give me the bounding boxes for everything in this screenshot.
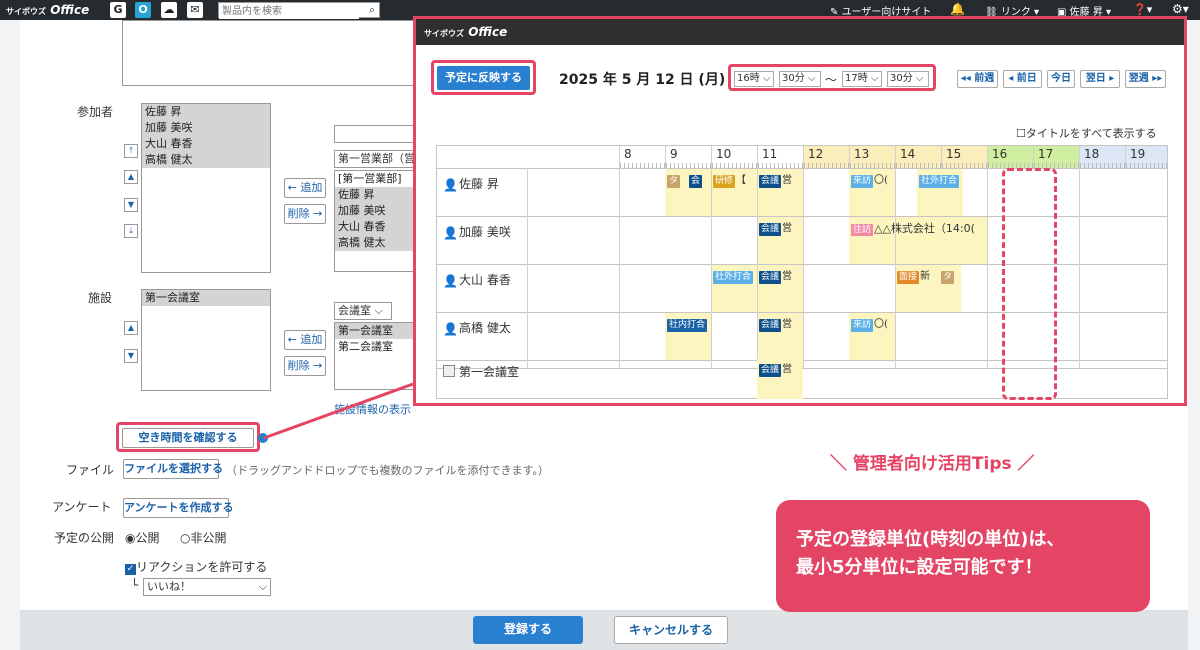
register-button[interactable]: 登録する [473, 616, 583, 644]
row-name: 👤加藤 美咲 [443, 225, 511, 240]
tip-bubble: 予定の登録単位(時刻の単位)は、 最小5分単位に設定可能です！ [776, 500, 1150, 612]
apply-to-schedule-button[interactable]: 予定に反映する [437, 66, 530, 90]
row-name: 第一会議室 [443, 363, 519, 380]
event[interactable]: 社外打合 [713, 270, 757, 284]
table-row: 👤佐藤 昇 タ 会 研修【 会議営 来訪 〇( 社外打合 [437, 168, 1167, 216]
file-label: ファイル [66, 463, 115, 477]
hour-header: 18 [1079, 146, 1125, 168]
event[interactable]: タ [941, 270, 961, 284]
grid-line [527, 168, 528, 368]
event[interactable]: 会議営 [759, 174, 801, 188]
hour-header: 19 [1125, 146, 1167, 168]
create-survey-button[interactable]: アンケートを作成する [123, 498, 234, 518]
next-day-button[interactable]: 翌日 ▸ [1080, 70, 1120, 88]
user-icon: 👤 [443, 322, 458, 336]
checkbox-checked-icon: ✓ [125, 564, 136, 575]
today-button[interactable]: 今日 [1047, 70, 1075, 88]
row-name: 👤大山 春香 [443, 273, 511, 288]
event[interactable]: 面接新 [897, 270, 939, 284]
facility-row: 第一会議室 会議営 [436, 359, 1168, 399]
form-footer [20, 610, 1188, 650]
radio-checked-icon: ◉ [125, 531, 136, 545]
start-hour-select[interactable]: 16時 ⌵ [734, 71, 774, 87]
end-minute-select[interactable]: 30分 ⌵ [887, 71, 929, 87]
user-icon: 👤 [443, 226, 458, 240]
room-icon [443, 365, 455, 377]
event[interactable]: 会議営 [759, 270, 801, 284]
prev-week-button[interactable]: ◂◂ 前週 [957, 70, 998, 88]
indent-marker: └ [131, 578, 139, 592]
grid-line [987, 168, 988, 368]
table-row: 👤大山 春香 社外打合 会議営 面接新 タ [437, 264, 1167, 312]
hour-header: 13 [849, 146, 895, 168]
user-icon: 👤 [443, 274, 458, 288]
row-name: 👤高橋 健太 [443, 321, 511, 336]
event[interactable]: 会議営 [759, 222, 801, 236]
hour-header: 14 [895, 146, 941, 168]
tip-line-2: 最小5分単位に設定可能です！ [796, 557, 1043, 578]
hour-header: 10 [711, 146, 757, 168]
event[interactable]: タ [667, 174, 687, 188]
event[interactable]: 来訪 〇( [851, 174, 895, 188]
hour-header: 11 [757, 146, 803, 168]
admin-tips-label: ＼ 管理者向け活用Tips ／ [830, 454, 1035, 474]
event[interactable]: 社外打合 [919, 174, 963, 188]
event[interactable]: 会 [689, 174, 709, 188]
popup-date: 2025 年 5 月 12 日 (月) [559, 72, 726, 88]
survey-label: アンケート [52, 500, 112, 514]
checkbox-unchecked-icon: ☐ [1016, 127, 1026, 140]
user-icon: 👤 [443, 178, 458, 192]
popup-title-bar: サイボウズ Office [416, 19, 1184, 45]
time-range-tilde: 〜 [825, 73, 838, 87]
next-week-button[interactable]: 翌週 ▸▸ [1125, 70, 1166, 88]
cancel-button[interactable]: キャンセルする [614, 616, 728, 644]
hour-header: 8 [619, 146, 665, 168]
select-file-button[interactable]: ファイルを選択する [123, 459, 223, 479]
hour-header: 16 [987, 146, 1033, 168]
show-all-titles-checkbox[interactable]: ☐タイトルをすべて表示する [1016, 125, 1157, 141]
free-slot-highlight [1002, 168, 1057, 400]
reaction-select[interactable]: いいね！ ⌵ [143, 578, 271, 596]
radio-unchecked-icon: ○ [180, 531, 191, 545]
free-time-popup: サイボウズ Office 予定に反映する 2025 年 5 月 12 日 (月)… [413, 16, 1187, 406]
tip-line-1: 予定の登録単位(時刻の単位)は、 [796, 529, 1065, 550]
hour-header: 9 [665, 146, 711, 168]
grid-line [803, 168, 804, 368]
event[interactable]: 会議営 [759, 318, 801, 332]
grid-line [1079, 168, 1080, 368]
reaction-checkbox[interactable]: ✓ リアクションを許可する [125, 558, 267, 575]
event[interactable]: 研修【 [713, 174, 757, 188]
grid-line [711, 168, 712, 368]
event[interactable]: 社内打合 [667, 318, 711, 332]
publish-label: 予定の公開 [54, 531, 115, 545]
hour-header: 17 [1033, 146, 1079, 168]
public-radio[interactable]: ◉公開 [125, 529, 160, 546]
event[interactable]: 来訪 〇( [851, 318, 895, 332]
grid-line [757, 168, 758, 368]
hour-header: 15 [941, 146, 987, 168]
event[interactable]: 往訪 △△株式会社（14:0( [851, 222, 987, 236]
prev-day-button[interactable]: ◂ 前日 [1003, 70, 1042, 88]
row-name: 👤佐藤 昇 [443, 177, 499, 192]
private-radio[interactable]: ○非公開 [180, 529, 227, 546]
table-row: 👤高橋 健太 社内打合 会議営 来訪 〇( [437, 312, 1167, 360]
end-hour-select[interactable]: 17時 ⌵ [842, 71, 882, 87]
file-hint: （ドラッグアンドドロップでも複数のファイルを添付できます。） [226, 464, 549, 477]
hour-header: 12 [803, 146, 849, 168]
event[interactable]: 会議営 [759, 363, 801, 377]
grid-line [895, 168, 896, 368]
grid-line [619, 168, 620, 368]
start-minute-select[interactable]: 30分 ⌵ [779, 71, 821, 87]
table-row: 👤加藤 美咲 会議営 往訪 △△株式会社（14:0( [437, 216, 1167, 264]
schedule-grid: 8 9 10 11 12 13 14 15 16 17 18 19 👤佐藤 昇 … [436, 145, 1168, 369]
